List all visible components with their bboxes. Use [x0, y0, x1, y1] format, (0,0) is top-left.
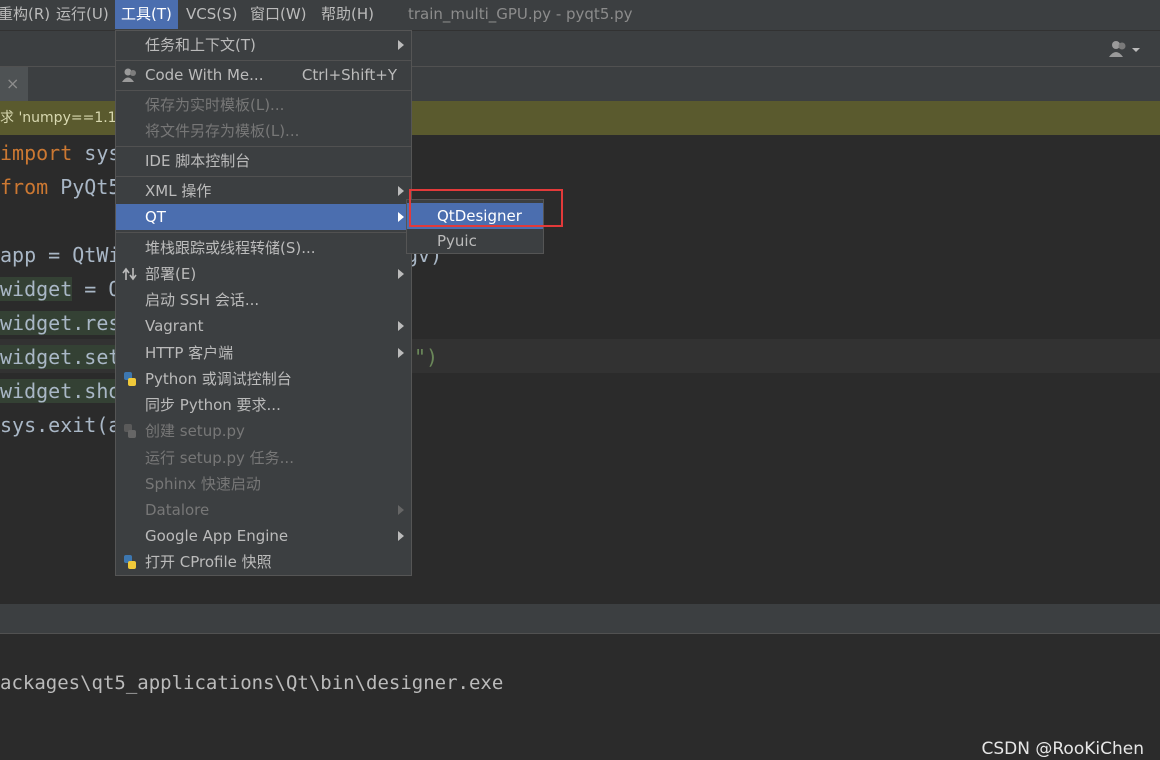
menu-item-xml-actions[interactable]: XML 操作 [116, 178, 411, 204]
submenu-arrow-icon [398, 269, 404, 279]
run-output-panel: ackages\qt5_applications\Qt\bin\designer… [0, 633, 1160, 760]
menu-item-http-client[interactable]: HTTP 客户端 [116, 340, 411, 366]
notification-text: 求 'numpy==1.17 [0, 110, 126, 126]
menu-refactor[interactable]: 重构(R) [0, 0, 56, 29]
python-profile-icon [121, 554, 139, 570]
submenu-arrow-icon [398, 321, 404, 331]
submenu-arrow-icon [398, 505, 404, 515]
submenu-arrow-icon [398, 212, 404, 222]
submenu-arrow-icon [398, 40, 404, 50]
menu-item-deploy[interactable]: 部署(E) [116, 261, 411, 287]
menu-item-run-setup-task[interactable]: 运行 setup.py 任务... [116, 445, 411, 471]
code-line: sys.exit(a [0, 413, 121, 437]
menu-item-save-file-template[interactable]: 将文件另存为模板(L)... [116, 118, 411, 144]
menu-separator [116, 146, 411, 147]
menu-item-tasks[interactable]: 任务和上下文(T) [116, 32, 411, 58]
menu-item-vagrant[interactable]: Vagrant [116, 313, 411, 339]
python-icon [121, 371, 139, 387]
menu-separator [116, 90, 411, 91]
menu-item-sphinx[interactable]: Sphinx 快速启动 [116, 471, 411, 497]
output-text: ackages\qt5_applications\Qt\bin\designer… [0, 672, 504, 694]
user-account-icon[interactable] [1108, 40, 1148, 60]
menu-run[interactable]: 运行(U) [50, 0, 115, 29]
menu-item-ide-script-console[interactable]: IDE 脚本控制台 [116, 148, 411, 174]
deploy-arrows-icon [121, 266, 139, 282]
menu-item-pyuic[interactable]: Pyuic [407, 228, 543, 254]
code-line: import sys [0, 141, 121, 165]
editor-tab[interactable]: × [0, 67, 28, 101]
menu-vcs[interactable]: VCS(S) [180, 0, 243, 29]
menu-item-cprofile[interactable]: 打开 CProfile 快照 [116, 549, 411, 575]
menu-item-save-live-template[interactable]: 保存为实时模板(L)... [116, 92, 411, 118]
python-disabled-icon [121, 423, 139, 439]
window-title: train_multi_GPU.py - pyqt5.py [408, 5, 633, 23]
menu-item-datalore[interactable]: Datalore [116, 497, 411, 523]
highlight-annotation-box [409, 189, 563, 227]
menu-separator [116, 232, 411, 233]
menu-item-ssh[interactable]: 启动 SSH 会话... [116, 287, 411, 313]
code-line: widget = Q [0, 277, 121, 301]
submenu-arrow-icon [398, 348, 404, 358]
menu-window[interactable]: 窗口(W) [244, 0, 313, 29]
menu-item-sync-requirements[interactable]: 同步 Python 要求... [116, 392, 411, 418]
code-line: widget.set [0, 345, 121, 369]
code-line: app = QtWi [0, 243, 121, 267]
watermark: CSDN @RooKiChen [981, 739, 1144, 759]
menu-separator [116, 60, 411, 61]
menu-item-create-setup[interactable]: 创建 setup.py [116, 418, 411, 444]
menu-item-code-with-me[interactable]: Code With Me... Ctrl+Shift+Y [116, 62, 411, 88]
menu-bar: 重构(R) 运行(U) 工具(T) VCS(S) 窗口(W) 帮助(H) tra… [0, 0, 1160, 30]
menu-help[interactable]: 帮助(H) [315, 0, 380, 29]
code-line: widget.sho [0, 379, 121, 403]
menu-item-python-console[interactable]: Python 或调试控制台 [116, 366, 411, 392]
menu-separator [116, 176, 411, 177]
tools-menu: 任务和上下文(T) Code With Me... Ctrl+Shift+Y 保存… [115, 30, 412, 576]
submenu-arrow-icon [398, 186, 404, 196]
close-icon[interactable]: × [6, 74, 19, 93]
menu-tools[interactable]: 工具(T) [115, 0, 178, 29]
menu-item-qt[interactable]: QT [116, 204, 411, 230]
code-line: widget.res [0, 311, 121, 335]
menu-item-stacktrace[interactable]: 堆栈跟踪或线程转储(S)... [116, 235, 411, 261]
panel-divider[interactable] [0, 603, 1160, 634]
code-line: from PyQt5 [0, 175, 121, 199]
submenu-arrow-icon [398, 531, 404, 541]
users-icon [121, 67, 139, 83]
code-fragment: ") [414, 345, 439, 369]
menu-item-google-app-engine[interactable]: Google App Engine [116, 523, 411, 549]
